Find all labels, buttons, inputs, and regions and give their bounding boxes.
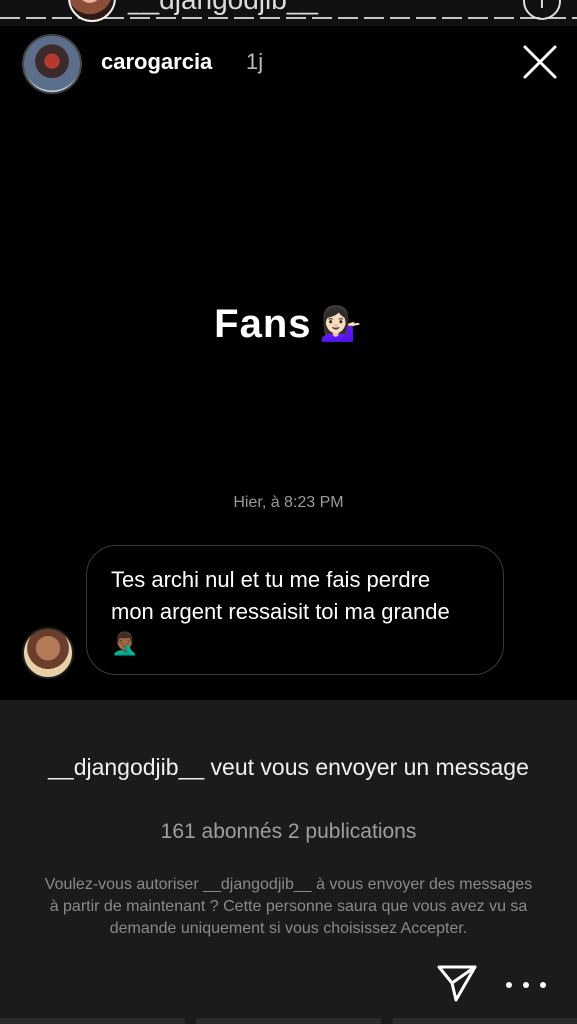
story-title: Fans xyxy=(214,302,312,346)
more-icon xyxy=(506,982,512,988)
message-bubble: Tes archi nul et tu me fais perdre mon a… xyxy=(86,545,504,675)
message-timestamp: Hier, à 8:23 PM xyxy=(233,494,344,511)
emoji-icon: 💁🏻‍♀️ xyxy=(319,305,363,343)
more-icon xyxy=(540,982,546,988)
story-header: carogarcia 1j xyxy=(0,34,577,94)
more-button[interactable] xyxy=(506,975,546,995)
message-request-panel: __djangodjib__ veut vous envoyer un mess… xyxy=(0,700,577,1024)
close-button[interactable] xyxy=(521,43,559,81)
story-username[interactable]: carogarcia xyxy=(101,49,212,75)
more-icon xyxy=(523,982,529,988)
bottom-buttons-strip xyxy=(0,1018,577,1024)
story-avatar[interactable] xyxy=(22,34,82,94)
story-age: 1j xyxy=(246,49,264,74)
story-text: Fans 💁🏻‍♀️ xyxy=(0,302,577,347)
sender-avatar[interactable] xyxy=(22,627,74,679)
previous-username: __djangodjib__ xyxy=(128,0,318,16)
send-icon xyxy=(437,965,477,1002)
request-title: __djangodjib__ veut vous envoyer un mess… xyxy=(48,754,529,780)
message-text: Tes archi nul et tu me fais perdre mon a… xyxy=(111,567,450,656)
previous-story-header-cut: __djangodjib__ i xyxy=(0,0,577,26)
request-explanation: Voulez-vous autoriser __djangodjib__ à v… xyxy=(44,876,533,937)
send-button[interactable] xyxy=(436,963,478,1003)
close-icon xyxy=(523,45,557,79)
request-stats: 161 abonnés 2 publications xyxy=(160,820,417,843)
